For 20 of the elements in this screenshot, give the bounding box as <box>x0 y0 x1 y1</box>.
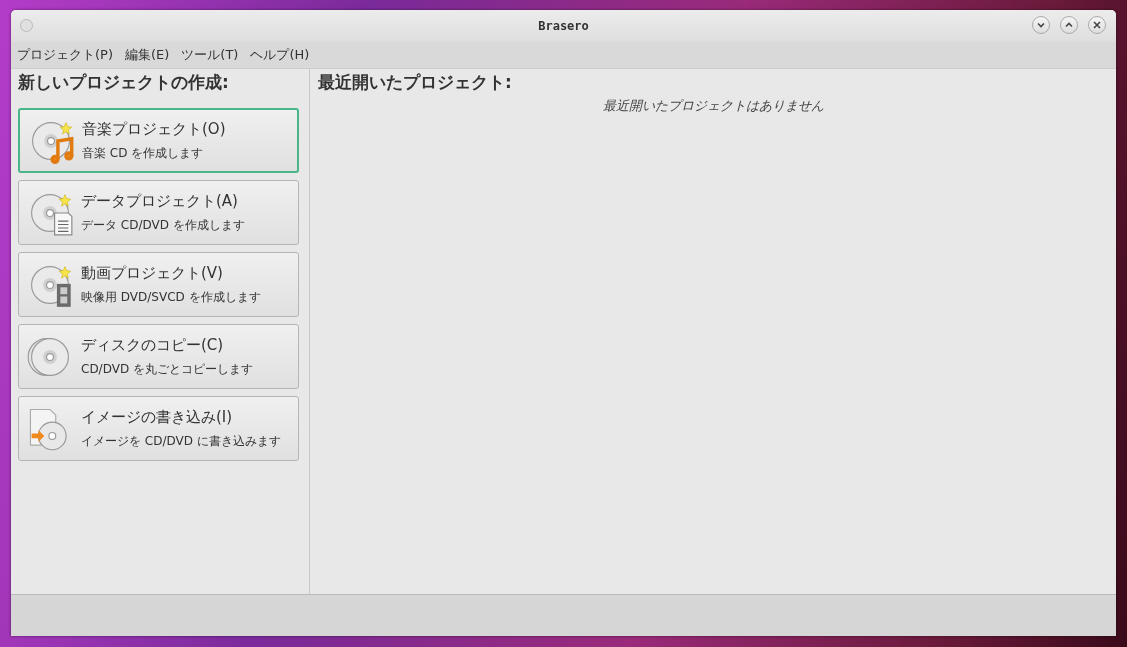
close-button[interactable] <box>1088 16 1106 34</box>
minimize-button[interactable] <box>1032 16 1050 34</box>
section-heading: 最近開いたプロジェクト: <box>318 71 513 94</box>
close-icon <box>1092 20 1102 30</box>
project-button[interactable]: データプロジェクト(A) データ CD/DVD を作成します <box>18 180 299 245</box>
chevron-up-icon <box>1064 20 1074 30</box>
window-title: Brasero <box>538 19 589 33</box>
maximize-button[interactable] <box>1060 16 1078 34</box>
section-heading: 新しいプロジェクトの作成: <box>18 71 230 94</box>
project-button[interactable]: 動画プロジェクト(V) 映像用 DVD/SVCD を作成します <box>18 252 299 317</box>
menu-item[interactable]: ヘルプ(H) <box>250 46 310 64</box>
window-dot-icon <box>20 19 33 32</box>
empty-message: 最近開いたプロジェクトはありません <box>601 97 825 115</box>
project-button[interactable]: イメージの書き込み(I) イメージを CD/DVD に書き込みます <box>18 396 299 461</box>
menu-item[interactable]: 編集(E) <box>125 46 170 64</box>
chevron-down-icon <box>1036 20 1046 30</box>
project-button[interactable]: 音楽プロジェクト(O) 音楽 CD を作成します <box>18 108 299 173</box>
project-button[interactable]: ディスクのコピー(C) CD/DVD を丸ごとコピーします <box>18 324 299 389</box>
menu-item[interactable]: プロジェクト(P) <box>17 46 113 64</box>
menu-item[interactable]: ツール(T) <box>181 46 239 64</box>
